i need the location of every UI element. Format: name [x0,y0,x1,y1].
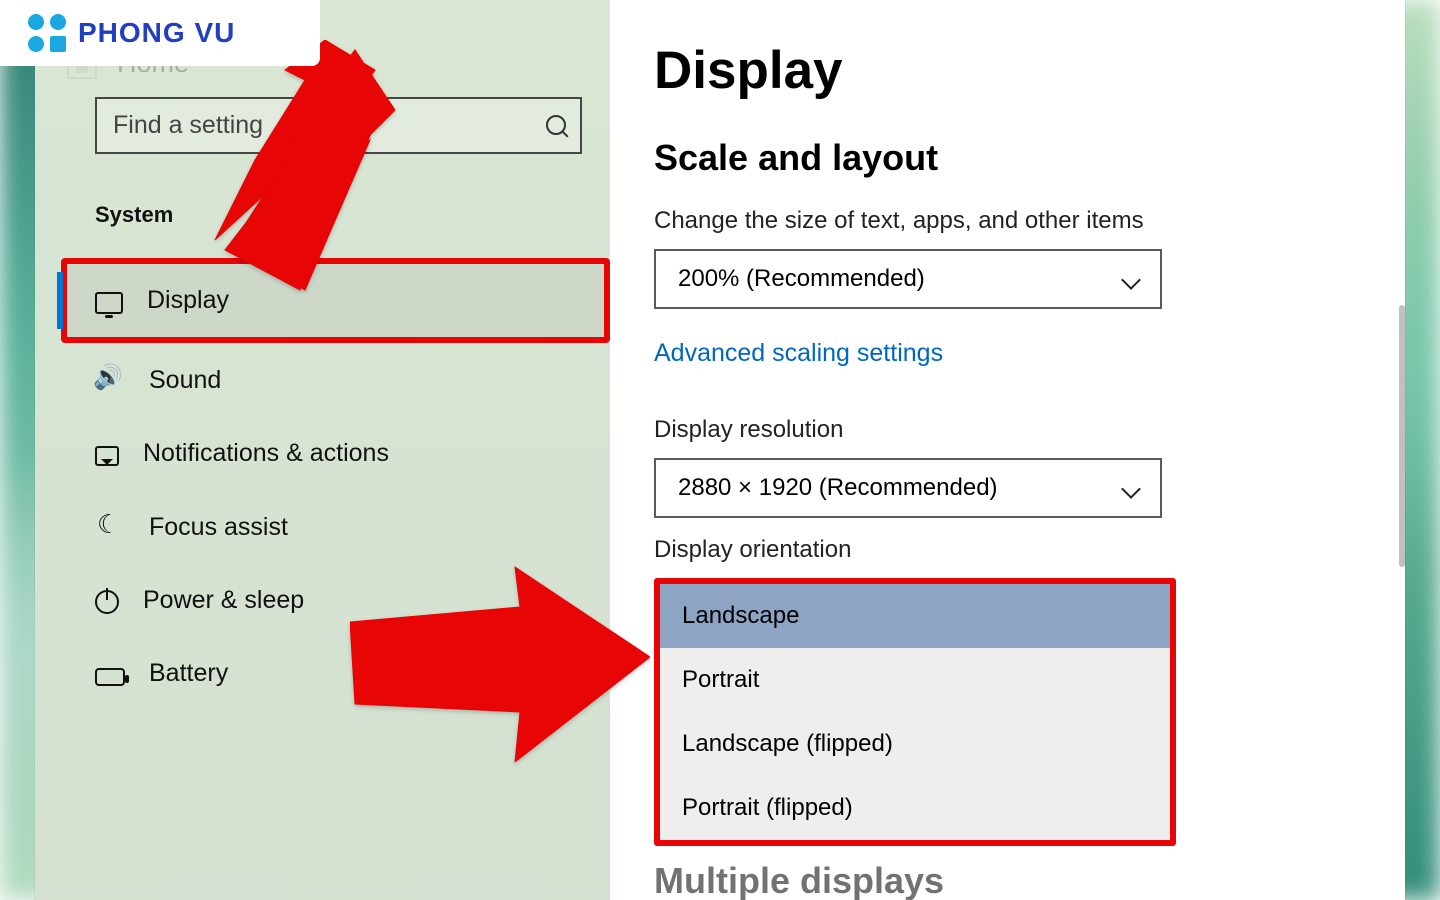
sidebar-item-label: Sound [149,366,221,395]
battery-icon [95,668,125,686]
scale-dropdown[interactable]: 200% (Recommended) [654,249,1162,309]
notifications-icon [95,446,119,466]
search-icon [546,115,568,137]
advanced-scaling-link[interactable]: Advanced scaling settings [654,339,943,368]
watermark-logo: PHONG VU [0,0,320,66]
orientation-option-landscape-flipped[interactable]: Landscape (flipped) [660,712,1170,776]
logo-text: PHONG VU [78,17,235,49]
sidebar-item-label: Battery [149,659,228,688]
resolution-value: 2880 × 1920 (Recommended) [678,474,998,502]
sidebar-item-label: Power & sleep [143,586,304,615]
sound-icon [95,365,125,395]
sidebar-item-label: Notifications & actions [143,439,389,468]
orientation-label: Display orientation [654,536,1395,564]
sidebar-item-label: Focus assist [149,513,288,542]
annotation-arrow [350,562,650,762]
logo-icon [28,14,66,52]
sidebar-item-sound[interactable]: Sound [35,343,610,417]
resolution-dropdown[interactable]: 2880 × 1920 (Recommended) [654,458,1162,518]
annotation-arrow [205,40,405,300]
settings-main: Display Scale and layout Change the size… [610,0,1405,900]
power-icon [95,590,119,614]
scale-label: Change the size of text, apps, and other… [654,207,1395,235]
sidebar-item-focus-assist[interactable]: Focus assist [35,490,610,564]
section-scale-layout: Scale and layout [654,137,1395,179]
chevron-down-icon [1122,478,1142,498]
orientation-dropdown-open[interactable]: Landscape Portrait Landscape (flipped) P… [654,578,1176,846]
display-icon [95,292,123,314]
sidebar-item-notifications[interactable]: Notifications & actions [35,417,610,490]
section-multiple-displays: Multiple displays [654,860,1395,900]
orientation-option-landscape[interactable]: Landscape [660,584,1170,648]
page-title: Display [654,40,1395,101]
orientation-option-portrait[interactable]: Portrait [660,648,1170,712]
resolution-label: Display resolution [654,416,1395,444]
chevron-down-icon [1122,269,1142,289]
orientation-option-portrait-flipped[interactable]: Portrait (flipped) [660,776,1170,840]
focus-assist-icon [95,512,125,542]
scale-value: 200% (Recommended) [678,265,925,293]
scrollbar[interactable] [1399,305,1405,567]
